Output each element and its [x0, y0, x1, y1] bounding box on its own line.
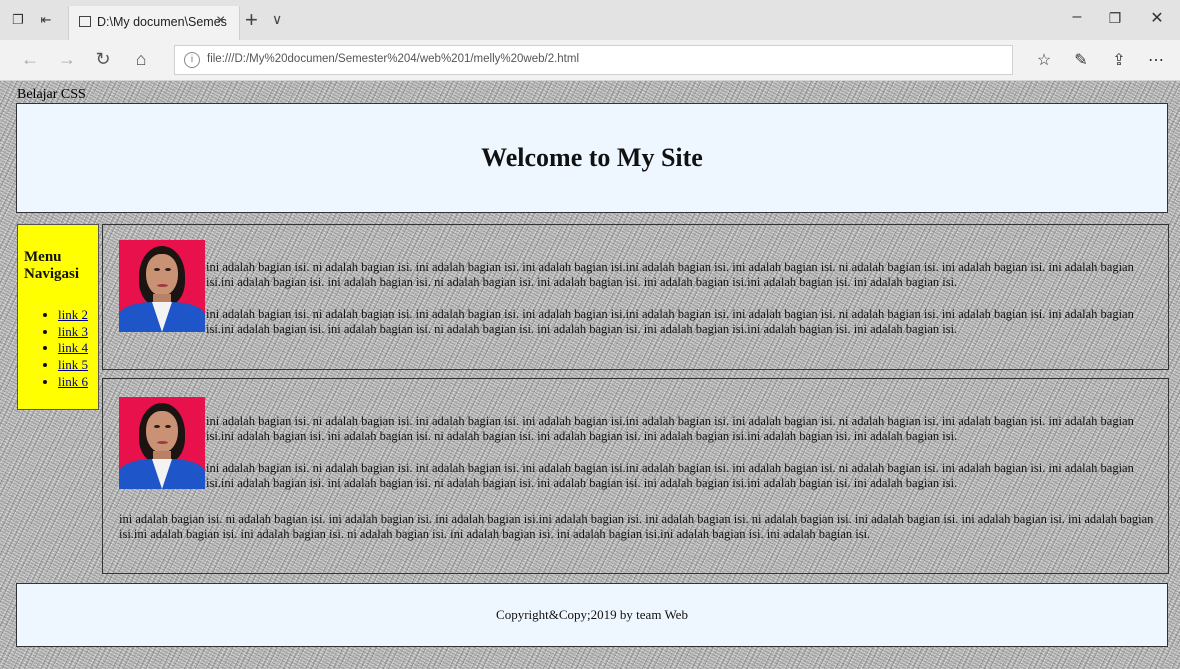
web-note-icon[interactable]: ✎	[1069, 50, 1093, 70]
menu-title: Menu Navigasi	[24, 249, 80, 282]
more-icon[interactable]: ⋯	[1144, 50, 1168, 70]
home-button[interactable]: ⌂	[129, 49, 153, 70]
nav-sidebar: Menu Navigasi link 2 link 3 link 4 link …	[17, 224, 99, 410]
restore-button[interactable]: ❐	[1100, 10, 1130, 27]
article-1-paragraph-2: ini adalah bagian isi. ni adalah bagian …	[206, 307, 1134, 336]
close-tab-icon[interactable]: ×	[216, 12, 225, 30]
info-icon[interactable]: i	[184, 52, 200, 68]
profile-photo	[119, 397, 205, 489]
menu-item: link 5	[58, 357, 88, 374]
new-tab-button[interactable]: +	[245, 7, 258, 33]
tab-actions-icon[interactable]: ❐	[10, 12, 26, 28]
article-1-paragraph-1: ini adalah bagian isi. ni adalah bagian …	[206, 260, 1134, 289]
menu-item: link 4	[58, 340, 88, 357]
article-2-paragraph-1: ini adalah bagian isi. ni adalah bagian …	[206, 414, 1134, 443]
site-header: Welcome to My Site	[16, 103, 1168, 213]
menu-item: link 2	[58, 307, 88, 324]
article-2-paragraph-3: ini adalah bagian isi. ni adalah bagian …	[119, 512, 1154, 541]
minimize-button[interactable]: –	[1062, 8, 1092, 26]
link-4[interactable]: link 4	[58, 340, 88, 355]
tab-preview-chevron-icon[interactable]: ∨	[272, 11, 282, 28]
back-button[interactable]: ←	[18, 49, 42, 70]
tab-title: D:\My documen\Semes	[97, 15, 227, 29]
page-viewport: Belajar CSS Welcome to My Site Menu Navi…	[0, 81, 1180, 669]
menu-list: link 2 link 3 link 4 link 5 link 6	[18, 307, 88, 391]
profile-photo	[119, 240, 205, 332]
page-icon	[79, 16, 91, 27]
refresh-button[interactable]: ↻	[91, 49, 115, 70]
link-2[interactable]: link 2	[58, 307, 88, 322]
article-1: ini adalah bagian isi. ni adalah bagian …	[102, 224, 1169, 370]
address-bar[interactable]: i file:///D:/My%20documen/Semester%204/w…	[174, 45, 1013, 75]
link-6[interactable]: link 6	[58, 374, 88, 389]
link-5[interactable]: link 5	[58, 357, 88, 372]
share-icon[interactable]: ⇪	[1107, 50, 1131, 70]
url-text[interactable]: file:///D:/My%20documen/Semester%204/web…	[207, 53, 579, 65]
article-2: ini adalah bagian isi. ni adalah bagian …	[102, 378, 1169, 574]
favorites-icon[interactable]: ☆	[1032, 50, 1056, 70]
site-title: Welcome to My Site	[481, 143, 703, 172]
menu-item: link 3	[58, 324, 88, 341]
link-3[interactable]: link 3	[58, 324, 88, 339]
forward-button[interactable]: →	[55, 49, 79, 70]
page-label: Belajar CSS	[17, 87, 86, 102]
set-tabs-aside-icon[interactable]: ⇤	[38, 12, 54, 28]
address-toolbar: ← → ↻ ⌂ i file:///D:/My%20documen/Semest…	[0, 40, 1180, 81]
footer-text: Copyright&Copy;2019 by team Web	[496, 607, 688, 622]
site-footer: Copyright&Copy;2019 by team Web	[16, 583, 1168, 647]
title-bar: ❐ ⇤ D:\My documen\Semes × + ∨ – ❐ ✕	[0, 0, 1180, 40]
close-window-button[interactable]: ✕	[1142, 8, 1172, 28]
menu-item: link 6	[58, 374, 88, 391]
browser-tab[interactable]: D:\My documen\Semes ×	[68, 6, 240, 40]
article-2-paragraph-2: ini adalah bagian isi. ni adalah bagian …	[206, 461, 1134, 490]
